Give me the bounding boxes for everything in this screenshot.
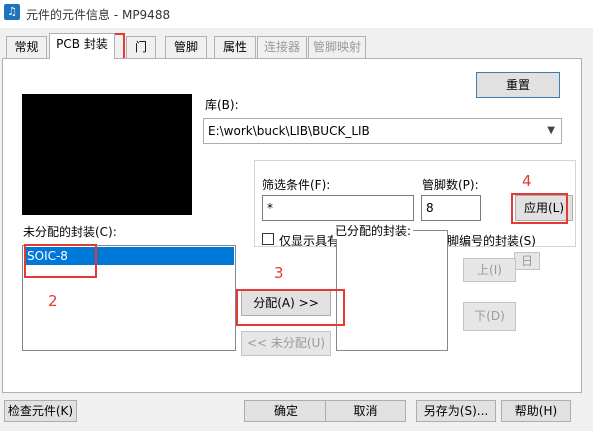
library-label: 库(B): (205, 98, 239, 112)
title-bar: ♫ 元件的元件信息 - MP9488 (0, 0, 593, 28)
assigned-list[interactable] (336, 230, 448, 351)
tab-general[interactable]: 常规 (6, 36, 47, 58)
pin-count-input[interactable]: 8 (421, 195, 481, 221)
library-value: E:\work\buck\LIB\BUCK_LIB (208, 124, 370, 138)
pin-match-checkbox[interactable] (262, 233, 274, 245)
library-dropdown[interactable]: E:\work\buck\LIB\BUCK_LIB ▼ (203, 118, 562, 144)
pin-count-label: 管脚数(P): (422, 178, 479, 192)
unassigned-label: 未分配的封装(C): (23, 225, 117, 239)
up-button: 上(I) (463, 258, 516, 282)
filter-input[interactable]: * (262, 195, 414, 221)
reset-button[interactable]: 重置 (476, 72, 560, 98)
ok-button[interactable]: 确定 (244, 400, 328, 422)
save-as-button[interactable]: 另存为(S)... (416, 400, 496, 422)
unassign-button: << 未分配(U) (241, 331, 331, 356)
annotation-number-2: 2 (48, 292, 58, 310)
annotation-box-3 (236, 289, 345, 326)
tab-pcb-footprint[interactable]: PCB 封装 (49, 33, 115, 59)
tab-pin-mapping: 管脚映射 (308, 36, 366, 58)
tab-attributes[interactable]: 属性 (214, 36, 256, 58)
window-title: 元件的元件信息 - MP9488 (26, 8, 171, 22)
help-button[interactable]: 帮助(H) (501, 400, 571, 422)
hidden-button: 日 (514, 252, 540, 270)
down-button: 下(D) (463, 302, 516, 331)
annotation-number-4: 4 (522, 172, 532, 190)
filter-label: 筛选条件(F): (262, 178, 331, 192)
music-note-icon: ♫ (4, 4, 20, 20)
annotation-number-3: 3 (274, 264, 284, 282)
tab-gates[interactable]: 门 (126, 36, 156, 58)
annotation-box-2 (24, 244, 97, 278)
assigned-label: 已分配的封装: (333, 222, 414, 239)
tab-pins[interactable]: 管脚 (165, 36, 207, 58)
check-part-button[interactable]: 检查元件(K) (4, 400, 77, 422)
footprint-preview (22, 94, 192, 215)
annotation-box-4 (511, 193, 568, 224)
cancel-button[interactable]: 取消 (325, 400, 406, 422)
tab-connectors: 连接器 (257, 36, 307, 58)
chevron-down-icon: ▼ (547, 125, 555, 136)
